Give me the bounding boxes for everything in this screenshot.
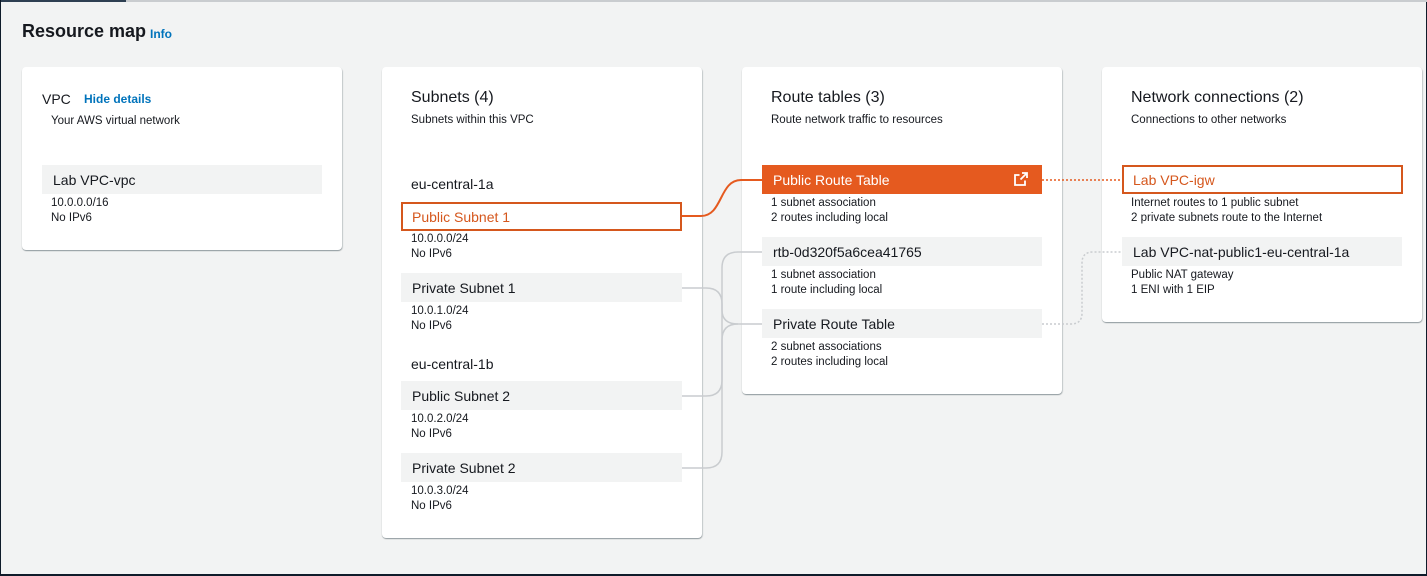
subnet-ipv6: No IPv6 — [411, 428, 452, 440]
external-link-icon[interactable] — [1014, 172, 1028, 186]
subnet-name: Public Subnet 1 — [412, 208, 511, 225]
connection-detail-line: Internet routes to 1 public subnet — [1131, 197, 1299, 209]
subnet-cidr: 10.0.1.0/24 — [411, 305, 469, 317]
connection-detail-line: 1 ENI with 1 EIP — [1131, 284, 1215, 296]
top-border — [1, 0, 1427, 2]
subnet-node-public-1[interactable]: Public Subnet 1 — [401, 202, 682, 231]
route-table-name: Private Route Table — [773, 315, 895, 332]
route-table-details: 1 subnet association 1 route including l… — [771, 268, 882, 298]
route-tables-card: Route tables (3) Route network traffic t… — [742, 67, 1062, 394]
vpc-cidr: 10.0.0.0/16 — [51, 197, 109, 209]
route-table-details: 1 subnet association 2 routes including … — [771, 196, 888, 226]
subnet-ipv6: No IPv6 — [411, 500, 452, 512]
subnets-subtitle: Subnets within this VPC — [411, 114, 534, 126]
subnet-ipv6: No IPv6 — [411, 320, 452, 332]
route-tables-subtitle: Route network traffic to resources — [771, 114, 943, 126]
hide-details-link[interactable]: Hide details — [84, 92, 151, 106]
subnet-name: Private Subnet 2 — [412, 459, 516, 476]
vpc-node[interactable]: Lab VPC-vpc — [42, 165, 322, 194]
route-table-node-public[interactable]: Public Route Table — [762, 165, 1042, 194]
connection-details: Public NAT gateway 1 ENI with 1 EIP — [1131, 268, 1233, 298]
connection-detail-line: 2 private subnets route to the Internet — [1131, 212, 1323, 224]
page-title: Resource map — [22, 21, 147, 41]
connection-name: Lab VPC-nat-public1-eu-central-1a — [1133, 243, 1350, 260]
subnet-details: 10.0.2.0/24 No IPv6 — [411, 412, 469, 442]
vpc-title: VPC — [42, 91, 71, 107]
subnet-node-private-1[interactable]: Private Subnet 1 — [401, 273, 682, 302]
vpc-node-name: Lab VPC-vpc — [53, 171, 136, 188]
availability-zone-label: eu-central-1b — [411, 356, 494, 372]
subnet-cidr: 10.0.0.0/24 — [411, 233, 469, 245]
subnets-title: Subnets (4) — [411, 89, 494, 106]
connection-details: Internet routes to 1 public subnet 2 pri… — [1131, 196, 1322, 226]
route-table-associations: 2 subnet associations — [771, 341, 882, 353]
route-table-details: 2 subnet associations 2 routes including… — [771, 340, 888, 370]
route-table-routes: 1 route including local — [771, 284, 883, 296]
vpc-card: VPC Hide details Your AWS virtual networ… — [22, 67, 342, 250]
vpc-subtitle: Your AWS virtual network — [51, 115, 180, 127]
subnet-details: 10.0.1.0/24 No IPv6 — [411, 304, 469, 334]
top-border-accent — [1, 0, 126, 2]
subnet-node-public-2[interactable]: Public Subnet 2 — [401, 381, 682, 410]
nat-gateway-node[interactable]: Lab VPC-nat-public1-eu-central-1a — [1122, 237, 1402, 266]
route-table-routes: 2 routes including local — [771, 356, 888, 368]
route-table-node-private[interactable]: Private Route Table — [762, 309, 1042, 338]
route-table-associations: 1 subnet association — [771, 197, 876, 209]
subnet-name: Private Subnet 1 — [412, 279, 516, 296]
route-table-routes: 2 routes including local — [771, 212, 888, 224]
vpc-node-details: 10.0.0.0/16 No IPv6 — [51, 196, 109, 226]
network-connections-subtitle: Connections to other networks — [1131, 114, 1287, 126]
subnet-details: 10.0.0.0/24 No IPv6 — [411, 232, 469, 262]
subnet-cidr: 10.0.3.0/24 — [411, 485, 469, 497]
route-table-node-main[interactable]: rtb-0d320f5a6cea41765 — [762, 237, 1042, 266]
route-table-name: Public Route Table — [773, 171, 890, 188]
info-link[interactable]: Info — [150, 27, 172, 41]
connection-detail-line: Public NAT gateway — [1131, 269, 1234, 281]
subnet-cidr: 10.0.2.0/24 — [411, 413, 469, 425]
subnet-node-private-2[interactable]: Private Subnet 2 — [401, 453, 682, 482]
availability-zone-label: eu-central-1a — [411, 176, 494, 192]
subnets-card: Subnets (4) Subnets within this VPC eu-c… — [382, 67, 702, 538]
subnet-ipv6: No IPv6 — [411, 248, 452, 260]
route-tables-title: Route tables (3) — [771, 89, 885, 106]
route-table-name: rtb-0d320f5a6cea41765 — [773, 243, 922, 260]
connection-name: Lab VPC-igw — [1133, 171, 1215, 188]
internet-gateway-node[interactable]: Lab VPC-igw — [1122, 165, 1403, 194]
route-table-associations: 1 subnet association — [771, 269, 876, 281]
vpc-ipv6: No IPv6 — [51, 212, 92, 224]
network-connections-title: Network connections (2) — [1131, 89, 1304, 106]
network-connections-card: Network connections (2) Connections to o… — [1102, 67, 1422, 322]
subnet-name: Public Subnet 2 — [412, 387, 511, 404]
subnet-details: 10.0.3.0/24 No IPv6 — [411, 484, 469, 514]
